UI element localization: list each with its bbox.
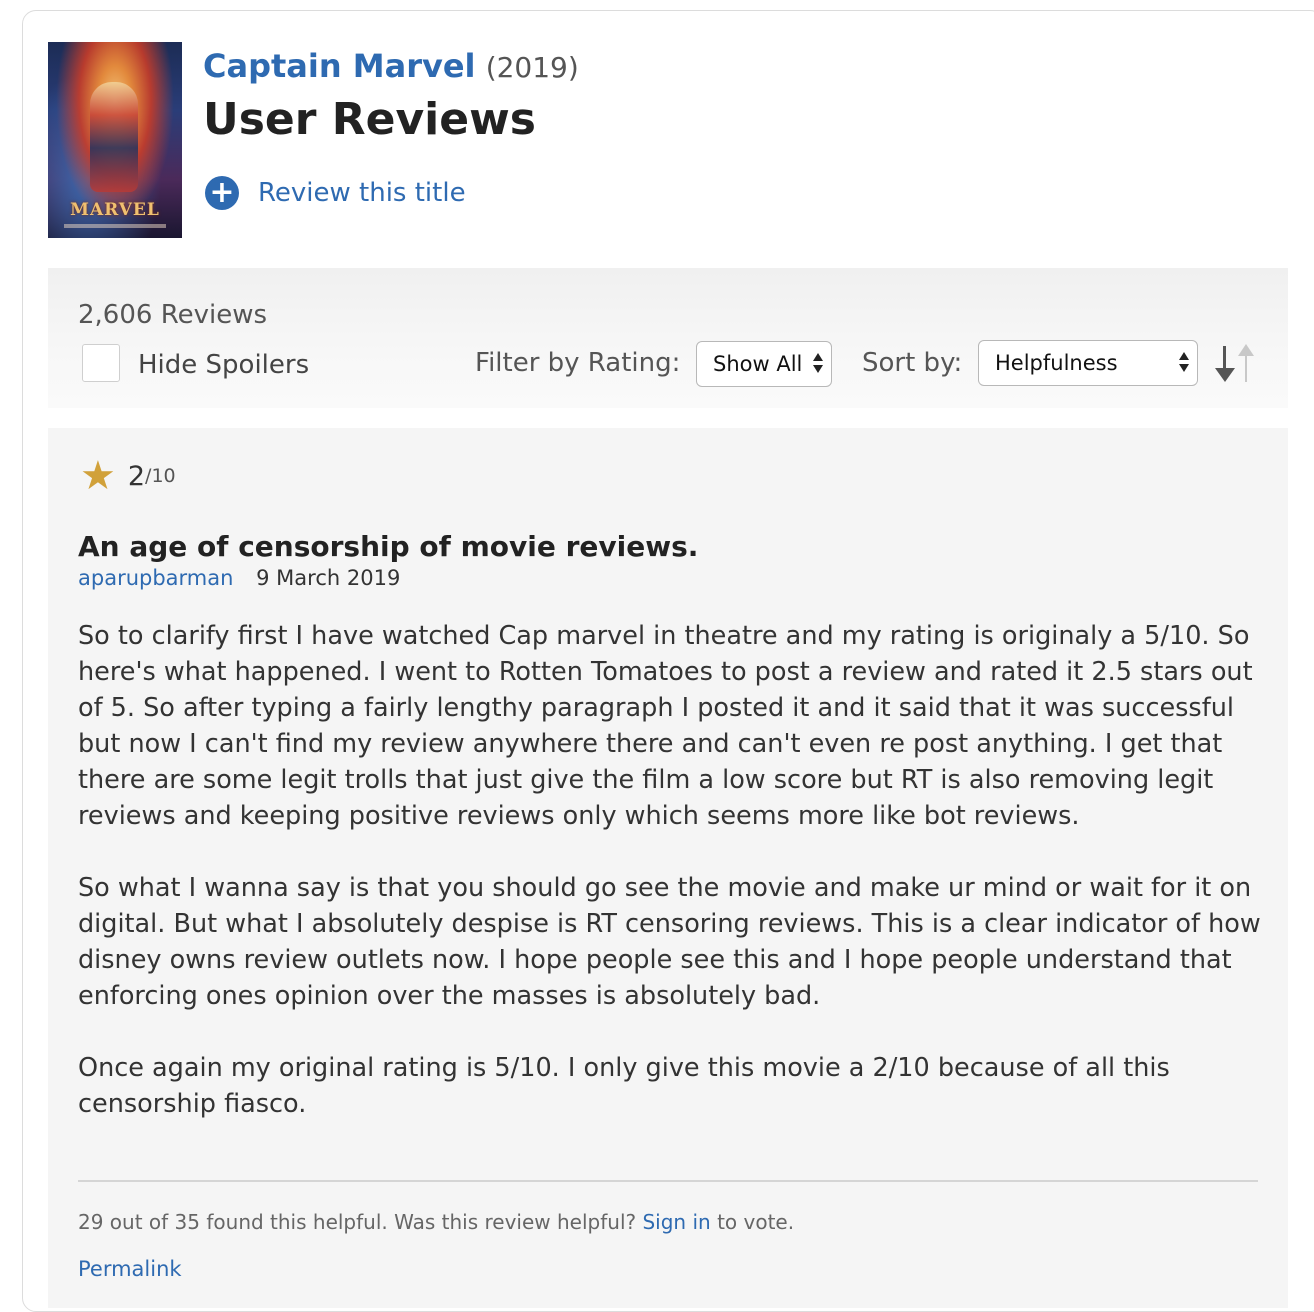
review-controls: 2,606 Reviews Hide Spoilers Filter by Ra… xyxy=(48,268,1288,408)
sign-in-link[interactable]: Sign in xyxy=(642,1210,710,1234)
filter-by-rating-label: Filter by Rating: xyxy=(475,348,681,378)
review-byline: aparupbarman 9 March 2019 xyxy=(78,566,400,590)
review-author-link[interactable]: aparupbarman xyxy=(78,566,233,590)
review-title[interactable]: An age of censorship of movie reviews. xyxy=(78,530,698,563)
poster-figure xyxy=(90,82,138,192)
review-item: ★ 2/10 An age of censorship of movie rev… xyxy=(48,428,1288,1308)
to-vote-text: to vote. xyxy=(717,1210,795,1234)
movie-year: (2019) xyxy=(485,51,579,84)
sort-direction-toggle[interactable] xyxy=(1214,344,1258,384)
poster-logo: MARVEL xyxy=(70,200,160,220)
hide-spoilers-label[interactable]: Hide Spoilers xyxy=(138,350,309,380)
movie-poster[interactable]: MARVEL xyxy=(48,42,182,238)
rating-filter-value: Show All xyxy=(713,352,803,376)
permalink[interactable]: Permalink xyxy=(78,1257,182,1281)
movie-title-link[interactable]: Captain Marvel xyxy=(203,47,476,85)
select-arrows-icon xyxy=(813,351,823,377)
review-date: 9 March 2019 xyxy=(256,566,401,590)
poster-credits xyxy=(64,224,166,228)
review-count: 2,606 Reviews xyxy=(78,300,268,330)
sort-select[interactable]: Helpfulness xyxy=(978,340,1198,386)
review-this-title-label: Review this title xyxy=(258,178,466,208)
title-line: Captain Marvel (2019) xyxy=(203,47,579,85)
star-icon: ★ xyxy=(80,453,116,499)
review-divider xyxy=(78,1180,1258,1182)
review-rating: ★ 2/10 xyxy=(80,456,176,496)
review-this-title-link[interactable]: + Review this title xyxy=(205,176,466,210)
review-body: So to clarify first I have watched Cap m… xyxy=(78,618,1268,1158)
rating-scale: /10 xyxy=(145,465,176,487)
plus-circle-icon: + xyxy=(205,176,239,210)
sort-value: Helpfulness xyxy=(995,351,1118,375)
review-paragraph: So to clarify first I have watched Cap m… xyxy=(78,621,1253,831)
page-title: User Reviews xyxy=(203,94,536,145)
helpful-line: 29 out of 35 found this helpful. Was thi… xyxy=(78,1210,794,1234)
select-arrows-icon xyxy=(1179,350,1189,376)
helpful-text: 29 out of 35 found this helpful. Was thi… xyxy=(78,1210,637,1234)
review-paragraph: Once again my original rating is 5/10. I… xyxy=(78,1053,1170,1119)
hide-spoilers-checkbox[interactable] xyxy=(82,344,120,382)
sort-by-label: Sort by: xyxy=(862,348,963,378)
review-paragraph: So what I wanna say is that you should g… xyxy=(78,873,1261,1011)
rating-value: 2 xyxy=(127,460,146,492)
rating-filter-select[interactable]: Show All xyxy=(696,341,832,387)
